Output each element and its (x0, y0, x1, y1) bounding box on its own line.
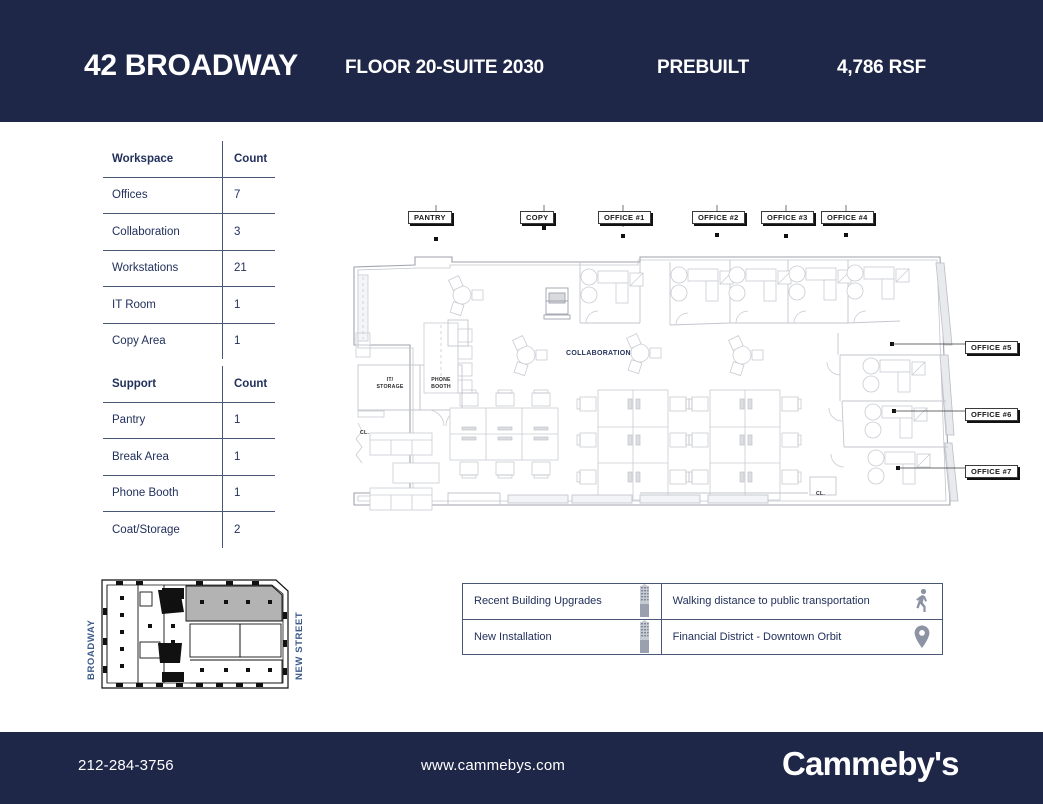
row-count: 2 (234, 523, 241, 536)
callout-office-4: OFFICE #4 (821, 211, 874, 225)
callout-office-5: OFFICE #5 (965, 341, 1018, 355)
floor-suite-label: FLOOR 20-SUITE 2030 (345, 57, 544, 78)
table-row: Workstations 21 (103, 250, 275, 287)
table-row: Copy Area 1 (103, 323, 275, 359)
legend-label: Financial District - Downtown Orbit (672, 630, 842, 643)
walking-person-icon (912, 588, 932, 614)
table-row: Offices 7 (103, 177, 275, 214)
building-icon (638, 619, 651, 654)
legend-label: Recent Building Upgrades (474, 595, 602, 608)
table-row: Coat/Storage 2 (103, 511, 275, 548)
table-header-row: Support Count (103, 366, 275, 403)
support-count-column-header: Count (222, 366, 275, 403)
support-column-header: Support (103, 366, 223, 403)
row-label: Copy Area (103, 323, 223, 359)
row-count: 1 (222, 438, 275, 476)
row-label: Pantry (103, 402, 223, 439)
table-row: Pantry 1 (103, 402, 275, 439)
keyplan-diagram (101, 579, 289, 689)
table-header-row: Workspace Count (103, 141, 275, 178)
company-logo: Cammeby's (782, 745, 960, 782)
row-label: Coat/Storage (103, 511, 223, 548)
table-row: Break Area 1 (103, 438, 275, 476)
workspace-count-column-header: Count (222, 141, 275, 178)
row-label: Break Area (103, 438, 223, 476)
room-label-closet-1: CL. (360, 430, 369, 436)
callout-office-3: OFFICE #3 (761, 211, 814, 225)
table-row: IT Room 1 (103, 286, 275, 324)
callout-office-1: OFFICE #1 (598, 211, 651, 225)
row-count: 3 (222, 213, 275, 251)
contact-website[interactable]: www.cammebys.com (421, 757, 565, 774)
room-label-collaboration: COLLABORATION (566, 350, 631, 357)
table-row: Collaboration 3 (103, 213, 275, 251)
row-label: IT Room (103, 286, 223, 324)
row-count: 1 (222, 402, 275, 439)
building-key-plan: BROADWAY NEW STREET (76, 568, 305, 700)
callout-pantry: PANTRY (408, 211, 452, 225)
legend-row-new-installation: New Installation (463, 619, 661, 655)
page-header: 42 BROADWAY FLOOR 20-SUITE 2030 PREBUILT… (0, 0, 1043, 122)
callout-copy: COPY (520, 211, 555, 225)
row-count: 21 (222, 250, 275, 287)
row-count: 1 (222, 475, 275, 512)
room-label-it-storage: IT/STORAGE (376, 377, 404, 390)
room-label-closet-2: CL. (816, 491, 825, 497)
legend-column-right: Walking distance to public transportatio… (661, 583, 943, 655)
row-label: Offices (103, 177, 223, 214)
rentable-square-feet-label: 4,786 RSF (837, 57, 927, 78)
space-type-label: PREBUILT (657, 57, 749, 78)
row-label: Workstations (103, 250, 223, 287)
room-label-phone-booth: PHONE BOOTH (431, 377, 451, 390)
legend-column-left: Recent Building Upgrades New Installatio… (462, 583, 662, 655)
legend-row-financial-district: Financial District - Downtown Orbit (662, 620, 942, 655)
keyplan-street-label-broadway: BROADWAY (86, 619, 97, 680)
building-icon (638, 584, 651, 618)
map-pin-icon (912, 624, 932, 650)
keyplan-street-label-new-street: NEW STREET (294, 611, 305, 680)
callout-office-2: OFFICE #2 (692, 211, 745, 225)
building-address-title: 42 BROADWAY (84, 49, 298, 82)
row-count: 7 (222, 177, 275, 214)
workspace-column-header: Workspace (103, 141, 223, 178)
row-count: 1 (222, 286, 275, 324)
row-count: 1 (234, 335, 241, 348)
contact-phone[interactable]: 212-284-3756 (78, 757, 174, 774)
legend-row-recent-upgrades: Recent Building Upgrades (463, 584, 661, 620)
legend-key-box: Recent Building Upgrades New Installatio… (462, 583, 943, 655)
support-stats-table: Support Count Pantry 1 Break Area 1 Phon… (103, 366, 275, 548)
legend-row-walking-distance: Walking distance to public transportatio… (661, 584, 942, 620)
callout-office-7: OFFICE #7 (965, 465, 1018, 479)
callout-office-6: OFFICE #6 (965, 408, 1018, 422)
legend-label: New Installation (474, 630, 552, 643)
row-label: Phone Booth (103, 475, 223, 512)
floor-plan-drawing (353, 167, 965, 511)
suite-floor-plan: PANTRY COPY OFFICE #1 OFFICE #2 OFFICE #… (340, 167, 1040, 535)
row-label: Collaboration (103, 213, 223, 251)
legend-label: Walking distance to public transportatio… (672, 595, 870, 608)
table-row: Phone Booth 1 (103, 475, 275, 512)
workspace-stats-table: Workspace Count Offices 7 Collaboration … (103, 141, 275, 359)
